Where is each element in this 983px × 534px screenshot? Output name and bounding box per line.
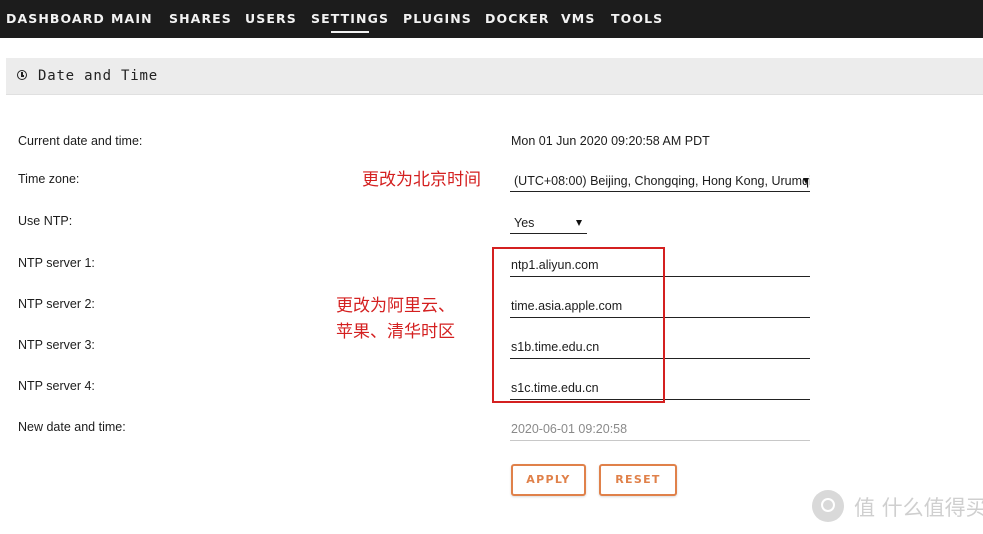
chevron-down-icon <box>803 178 809 184</box>
ntp-server-4-label: NTP server 4: <box>18 379 95 393</box>
ntp-server-3-label: NTP server 3: <box>18 338 95 352</box>
current-date-label: Current date and time: <box>18 134 143 148</box>
nav-tools[interactable]: TOOLS <box>611 11 663 27</box>
use-ntp-selected-value: Yes <box>514 216 535 230</box>
new-date-input <box>511 419 807 439</box>
ntp-annotation-line2: 苹果、清华时区 <box>336 322 455 342</box>
timezone-label: Time zone: <box>18 172 80 186</box>
watermark-text: 值 什么值得买 <box>854 496 983 520</box>
timezone-select[interactable]: (UTC+08:00) Beijing, Chongqing, Hong Kon… <box>510 170 810 192</box>
highlight-box <box>492 247 665 403</box>
new-date-field <box>510 419 810 441</box>
ntp-server-1-label: NTP server 1: <box>18 256 95 270</box>
nav-shares[interactable]: SHARES <box>169 11 232 27</box>
use-ntp-select[interactable]: Yes <box>510 212 587 234</box>
chevron-down-icon <box>576 220 582 226</box>
watermark-logo-icon <box>812 490 844 522</box>
top-navigation: DASHBOARD MAIN SHARES USERS SETTINGS PLU… <box>0 0 983 38</box>
nav-users[interactable]: USERS <box>245 11 297 27</box>
nav-docker[interactable]: DOCKER <box>485 11 550 27</box>
nav-vms[interactable]: VMS <box>561 11 595 27</box>
nav-dashboard[interactable]: DASHBOARD <box>6 11 105 27</box>
nav-plugins[interactable]: PLUGINS <box>403 11 472 27</box>
nav-settings[interactable]: SETTINGS <box>311 11 389 33</box>
clock-icon <box>17 70 27 80</box>
section-header: Date and Time <box>6 58 983 95</box>
ntp-annotation-line1: 更改为阿里云、 <box>336 296 455 316</box>
apply-button[interactable]: APPLY <box>511 464 586 496</box>
current-date-value: Mon 01 Jun 2020 09:20:58 AM PDT <box>511 134 710 148</box>
new-date-label: New date and time: <box>18 420 126 434</box>
section-title: Date and Time <box>38 68 158 84</box>
use-ntp-label: Use NTP: <box>18 214 73 228</box>
nav-main[interactable]: MAIN <box>111 11 153 27</box>
ntp-server-2-label: NTP server 2: <box>18 297 95 311</box>
timezone-selected-value: (UTC+08:00) Beijing, Chongqing, Hong Kon… <box>514 174 810 188</box>
timezone-annotation: 更改为北京时间 <box>362 170 481 190</box>
reset-button[interactable]: RESET <box>599 464 677 496</box>
